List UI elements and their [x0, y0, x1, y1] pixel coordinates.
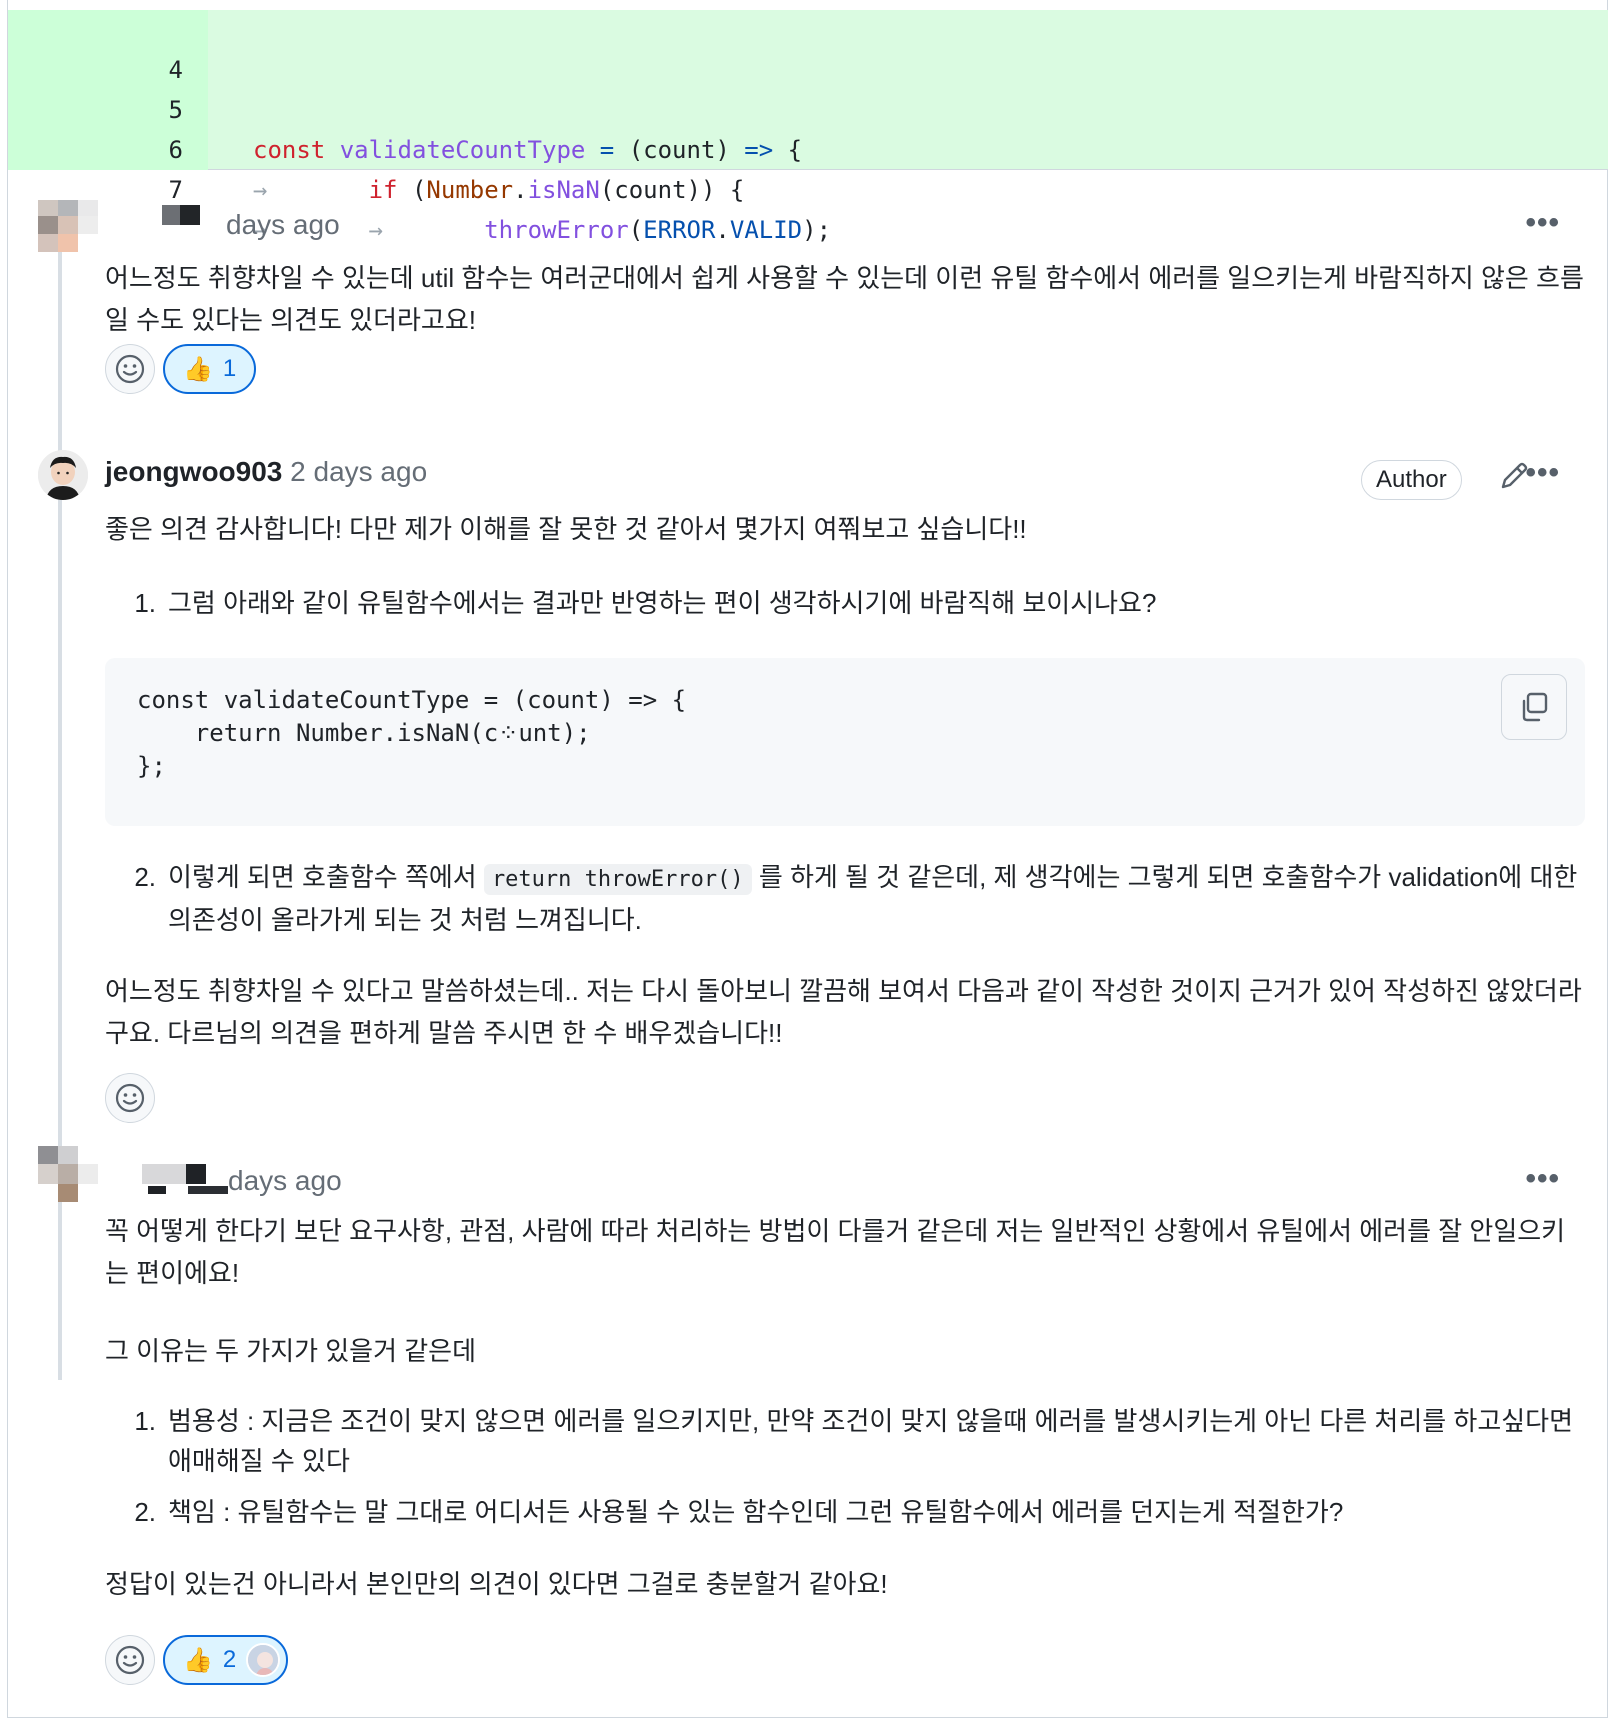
thumbs-up-reaction[interactable]: 👍 1 — [163, 344, 257, 394]
comment-paragraph: 꼭 어떻게 한다기 보단 요구사항, 관점, 사람에 따라 처리하는 방법이 다… — [105, 1216, 1566, 1288]
reactions-bar: 👍 2 — [105, 1634, 289, 1686]
diff-line: 7 → → throwError(ERROR.VALID); — [8, 130, 1608, 244]
smiley-icon — [115, 1645, 145, 1675]
comment-header: jeongwoo903 2 days ago — [105, 455, 427, 489]
comment-paragraph: 정답이 있는건 아니라서 본인만의 의견이 있다면 그걸로 충분할거 같아요! — [105, 1569, 888, 1599]
reactions-bar — [105, 1072, 155, 1124]
comment-outro: 어느정도 취향차일 수 있다고 말씀하셨는데.. 저는 다시 돌아보니 깔끔해 … — [105, 976, 1582, 1048]
thumbs-up-icon: 👍 — [183, 1646, 213, 1674]
avatar[interactable] — [38, 450, 88, 500]
avatar[interactable] — [38, 200, 98, 252]
blurred-username — [162, 205, 180, 225]
review-thread: 4 5 const validateCountType = (count) =>… — [7, 0, 1608, 1718]
blurred-username — [142, 1164, 186, 1184]
reaction-count: 2 — [222, 1646, 237, 1673]
kebab-menu-icon[interactable]: ••• — [1525, 458, 1560, 488]
add-reaction-button[interactable] — [105, 1073, 155, 1123]
add-reaction-button[interactable] — [105, 344, 155, 394]
code-line: }; — [137, 752, 166, 780]
line-number[interactable]: 7 — [8, 170, 198, 210]
reaction-count: 1 — [222, 355, 237, 382]
reactions-bar: 👍 1 — [105, 343, 257, 395]
comment-intro: 좋은 의견 감사합니다! 다만 제가 이해를 잘 못한 것 같아서 몇가지 여쭤… — [105, 514, 1027, 544]
comment-author[interactable]: jeongwoo903 — [105, 456, 282, 487]
author-avatar-image — [38, 450, 88, 500]
copy-button[interactable] — [1501, 674, 1567, 740]
comment-timestamp[interactable]: 2 days ago — [290, 456, 427, 487]
code-line: → → throwError(ERROR.VALID); — [253, 216, 832, 244]
smiley-icon — [115, 1083, 145, 1113]
diff-hunk: 4 5 const validateCountType = (count) =>… — [8, 10, 1608, 244]
reactor-avatar[interactable] — [246, 1643, 281, 1677]
smiley-icon — [115, 354, 145, 384]
diff-line: 6 → if (Number.isNaN(count)) { — [8, 90, 1608, 204]
code-line: return Number.isNaN(c⁘unt); — [137, 719, 591, 747]
comment-timestamp[interactable]: days ago — [228, 1164, 342, 1198]
add-reaction-button[interactable] — [105, 1635, 155, 1685]
kebab-menu-icon[interactable]: ••• — [1525, 1164, 1560, 1194]
avatar[interactable] — [38, 1146, 98, 1202]
comment-paragraph: 그 이유는 두 가지가 있을거 같은데 — [105, 1336, 476, 1366]
thread-connector — [58, 250, 62, 1380]
tab-arrow-icon: → — [253, 176, 268, 204]
comment-timestamp[interactable]: days ago — [226, 208, 340, 242]
author-badge: Author — [1361, 460, 1462, 500]
reactor-avatar-image — [248, 1645, 279, 1675]
code-block: const validateCountType = (count) => { r… — [105, 658, 1585, 826]
comment-body: 어느정도 취향차일 수 있는데 util 함수는 여러군대에서 쉽게 사용할 수… — [105, 263, 1584, 335]
code-line: → if (Number.isNaN(count)) { — [253, 176, 745, 204]
code-line: const validateCountType = (count) => { — [137, 686, 687, 714]
diff-line: 4 — [8, 10, 1608, 84]
copy-icon — [1522, 692, 1548, 722]
tab-arrow-icon: → — [368, 216, 384, 244]
diff-line: 5 const validateCountType = (count) => { — [8, 50, 1608, 164]
thumbs-up-reaction[interactable]: 👍 2 — [163, 1635, 289, 1685]
thumbs-up-icon: 👍 — [183, 355, 213, 383]
kebab-menu-icon[interactable]: ••• — [1525, 208, 1560, 238]
inline-code: return throwError() — [483, 864, 752, 895]
